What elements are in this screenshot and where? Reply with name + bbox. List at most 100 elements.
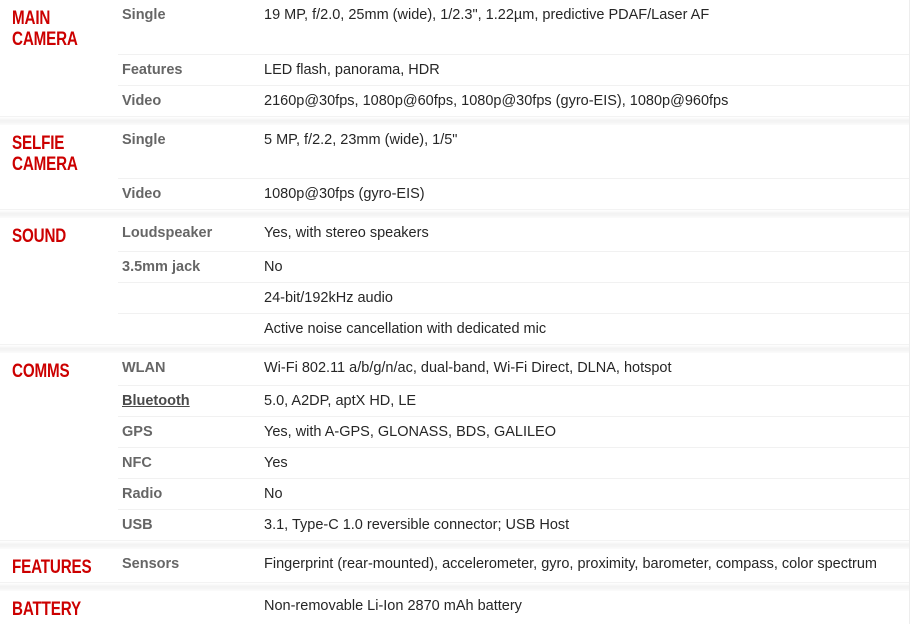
spec-value: No [264,486,283,502]
table-row: COMMS WLAN Wi-Fi 802.11 a/b/g/n/ac, dual-b… [0,353,909,386]
section-title-spacer [0,85,118,116]
spec-value-cell: Non-removable Li-Ion 2870 mAh battery [258,591,909,624]
spec-section-sound: SOUND Loudspeaker Yes, with stereo speaker… [0,218,909,344]
spec-value: LED flash, panorama, HDR [264,61,440,78]
spec-value-cell: Yes, with stereo speakers [258,218,909,251]
section-title-spacer [0,417,118,448]
section-title-spacer [0,282,118,313]
spec-value: Wi-Fi 802.11 a/b/g/n/ac, dual-band, Wi-F… [264,359,672,376]
spec-value-cell: Yes, with A-GPS, GLONASS, BDS, GALILEO [258,416,909,448]
section-title-cell-main-camera: MAIN CAMERA [0,0,118,54]
spec-value-cell: 5.0, A2DP, aptX HD, LE [258,385,909,417]
table-row: GPS Yes, with A-GPS, GLONASS, BDS, GALILE… [0,416,909,448]
spec-label-cell [118,591,258,624]
spec-value-cell: 24-bit/192kHz audio [258,281,909,313]
table-row: Active noise cancellation with dedicated… [0,312,909,344]
section-title-comms: COMMS [12,360,70,382]
spec-label-nfc: NFC [122,455,152,471]
spec-label-cell: Radio [118,478,258,510]
table-row: FEATURES Sensors Fingerprint (rear-mounted… [0,549,909,582]
spec-label-cell: WLAN [118,353,258,386]
table-row: MAIN CAMERA Single 19 MP, f/2.0, 25mm (wid… [0,0,909,54]
spec-value: 1080p@30fps (gyro-EIS) [264,186,425,202]
section-title-cell-comms: COMMS [0,353,118,386]
spec-rows-main-camera: MAIN CAMERA Single 19 MP, f/2.0, 25mm (wid… [0,0,909,116]
spec-label-cell: Sensors [118,549,258,582]
spec-value-cell: No [258,478,909,510]
table-row: 24-bit/192kHz audio [0,281,909,313]
section-title-spacer [0,179,118,210]
table-row: BATTERY Non-removable Li-Ion 2870 mAh bat… [0,591,909,624]
section-title-spacer [0,448,118,479]
section-title-cell-selfie-camera: SELFIE CAMERA [0,125,118,179]
spec-value-cell: Wi-Fi 802.11 a/b/g/n/ac, dual-band, Wi-F… [258,353,909,386]
spec-label-loudspeaker: Loudspeaker [122,225,213,241]
section-separator [0,540,909,549]
spec-section-features: FEATURES Sensors Fingerprint (rear-mounted… [0,549,909,582]
spec-value: 19 MP, f/2.0, 25mm (wide), 1/2.3", 1.22µ… [264,7,710,23]
spec-value: 2160p@30fps, 1080p@60fps, 1080p@30fps (g… [264,92,729,109]
spec-value-cell: 5 MP, f/2.2, 23mm (wide), 1/5" [258,125,909,179]
spec-label-cell: USB [118,509,258,540]
spec-rows-selfie-camera: SELFIE CAMERA Single 5 MP, f/2.2, 23mm (wi… [0,125,909,210]
spec-value-cell: Fingerprint (rear-mounted), acceleromete… [258,549,909,582]
spec-label-sensors: Sensors [122,556,180,572]
section-title-sound: SOUND [12,226,67,247]
spec-label-gps: GPS [122,424,153,440]
spec-label-cell: Video [118,84,258,116]
spec-value-cell: 3.1, Type-C 1.0 reversible connector; US… [258,509,909,540]
section-title-selfie-camera: SELFIE CAMERA [12,132,78,175]
spec-value: Yes [264,455,288,471]
spec-label-3-5mm-jack: 3.5mm jack [122,258,201,275]
spec-value: Yes, with A-GPS, GLONASS, BDS, GALILEO [264,424,556,440]
spec-label-cell: Loudspeaker [118,218,258,251]
section-title-main-camera: MAIN CAMERA [12,8,78,50]
section-title-cell-battery: BATTERY [0,591,118,624]
spec-value: Non-removable Li-Ion 2870 mAh battery [264,598,522,614]
section-title-features: FEATURES [12,557,92,578]
table-row: NFC Yes [0,447,909,479]
spec-value-cell: LED flash, panorama, HDR [258,53,909,85]
spec-label-video: Video [122,92,162,109]
section-title-spacer [0,510,118,541]
spec-value: No [264,258,283,275]
spec-label-bluetooth[interactable]: Bluetooth [122,393,190,409]
spec-section-battery: BATTERY Non-removable Li-Ion 2870 mAh bat… [0,591,909,624]
spec-rows-battery: BATTERY Non-removable Li-Ion 2870 mAh bat… [0,591,909,624]
spec-value-cell: 19 MP, f/2.0, 25mm (wide), 1/2.3", 1.22µ… [258,0,909,54]
spec-value: 5 MP, f/2.2, 23mm (wide), 1/5" [264,131,458,148]
table-row: Bluetooth 5.0, A2DP, aptX HD, LE [0,385,909,417]
spec-value: 3.1, Type-C 1.0 reversible connector; US… [264,517,570,533]
section-title-battery: BATTERY [12,599,81,620]
spec-label-cell: Features [118,53,258,85]
spec-value: 24-bit/192kHz audio [264,289,393,306]
table-row: 3.5mm jack No [0,250,909,282]
spec-value-cell: Active noise cancellation with dedicated… [258,312,909,344]
table-row: USB 3.1, Type-C 1.0 reversible connector;… [0,509,909,541]
table-row: Features LED flash, panorama, HDR [0,53,909,85]
spec-value: Yes, with stereo speakers [264,225,429,241]
table-row: Video 1080p@30fps (gyro-EIS) [0,178,909,210]
spec-label-single: Single [122,7,166,23]
spec-label-wlan: WLAN [122,359,166,376]
spec-rows-features: FEATURES Sensors Fingerprint (rear-mounted… [0,549,909,582]
spec-label-cell: Single [118,0,258,54]
spec-value: 5.0, A2DP, aptX HD, LE [264,393,417,409]
spec-label-video: Video [122,186,162,202]
spec-value: Active noise cancellation with dedicated… [264,320,547,337]
spec-value-cell: 2160p@30fps, 1080p@60fps, 1080p@30fps (g… [258,84,909,116]
spec-rows-sound: SOUND Loudspeaker Yes, with stereo speaker… [0,218,909,344]
spec-label-radio: Radio [122,486,163,502]
section-title-spacer [0,313,118,344]
spec-rows-comms: COMMS WLAN Wi-Fi 802.11 a/b/g/n/ac, dual-b… [0,353,909,541]
section-title-spacer [0,54,118,85]
spec-label-cell: Video [118,178,258,209]
spec-value-cell: No [258,250,909,282]
spec-label-features: Features [122,61,183,78]
section-separator [0,582,909,591]
spec-label-cell: NFC [118,447,258,479]
spec-label-cell: 3.5mm jack [118,250,258,282]
spec-label-cell: GPS [118,416,258,448]
spec-value-cell: 1080p@30fps (gyro-EIS) [258,178,909,209]
spec-section-comms: COMMS WLAN Wi-Fi 802.11 a/b/g/n/ac, dual-b… [0,353,909,541]
